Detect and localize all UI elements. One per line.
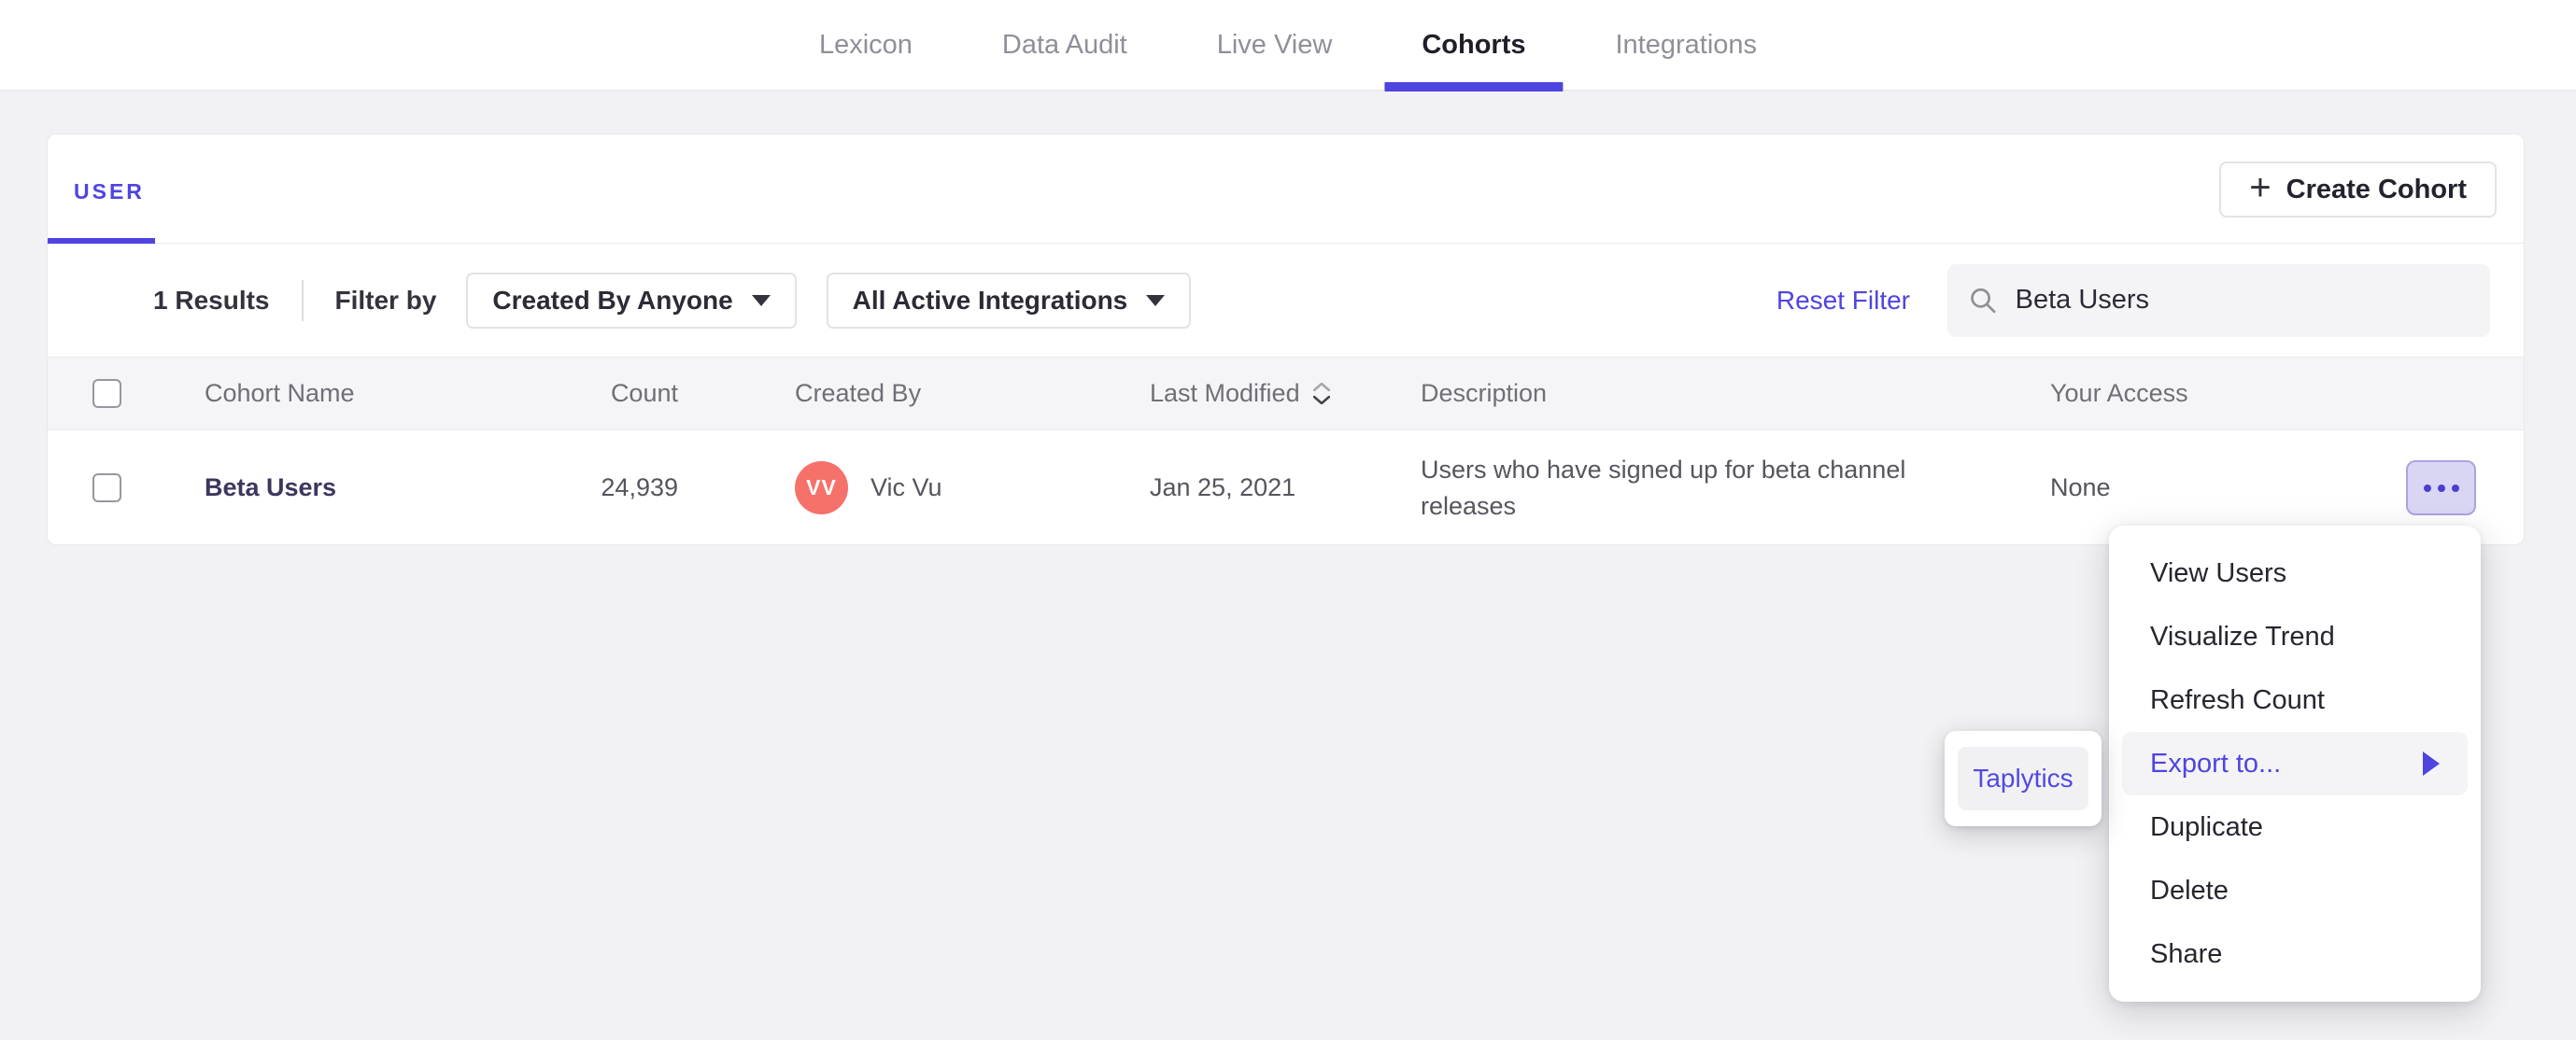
header-checkbox-cell (92, 379, 205, 408)
tab-user[interactable]: USER (74, 179, 145, 204)
integrations-dropdown-value: All Active Integrations (852, 285, 1128, 315)
header-last-modified[interactable]: Last Modified (1150, 379, 1421, 408)
chevron-up-icon (1312, 383, 1330, 391)
submenu-arrow-icon (2423, 752, 2440, 776)
created-by-dropdown-value: Created By Anyone (492, 285, 733, 315)
search-icon (1971, 288, 1996, 313)
header-count: Count (610, 379, 678, 407)
created-by-name: Vic Vu (870, 473, 942, 501)
header-created-by: Created By (795, 379, 922, 407)
row-context-menu: View Users Visualize Trend Refresh Count… (2109, 526, 2481, 1002)
more-dot-icon (2451, 484, 2459, 492)
last-modified-value: Jan 25, 2021 (1150, 473, 1296, 501)
row-more-actions-button[interactable] (2406, 460, 2476, 515)
avatar: VV (795, 461, 848, 514)
tab-label: Lexicon (818, 29, 913, 60)
header-description: Description (1421, 379, 1548, 407)
cohort-count: 24,939 (601, 473, 678, 501)
table-header-row: Cohort Name Count Created By Last Modifi… (48, 357, 2524, 430)
header-cohort-name: Cohort Name (205, 379, 355, 407)
search-box[interactable] (1947, 263, 2490, 337)
tab-integrations[interactable]: Integrations (1612, 0, 1762, 90)
search-input[interactable] (2015, 285, 2470, 316)
filter-by-label: Filter by (334, 285, 437, 315)
create-cohort-label: Create Cohort (2286, 174, 2467, 204)
tab-label: Data Audit (1001, 29, 1127, 60)
create-cohort-button[interactable]: + Create Cohort (2219, 162, 2497, 218)
tab-user-label: USER (74, 179, 145, 204)
header-your-access: Your Access (2050, 379, 2188, 407)
menu-item-refresh-count[interactable]: Refresh Count (2122, 668, 2468, 732)
more-dot-icon (2437, 484, 2445, 492)
tab-lexicon[interactable]: Lexicon (815, 0, 916, 90)
tab-label: Live View (1216, 29, 1333, 60)
export-submenu: Taplytics (1945, 731, 2102, 826)
more-dot-icon (2423, 484, 2431, 492)
menu-item-export-to[interactable]: Export to... (2122, 732, 2468, 795)
divider (301, 279, 304, 321)
results-count: 1 Results (153, 285, 270, 315)
cohorts-panel: USER + Create Cohort 1 Results Filter by… (47, 134, 2525, 545)
active-tab-underline (1384, 82, 1564, 91)
created-by-dropdown[interactable]: Created By Anyone (466, 272, 797, 329)
sort-icon[interactable] (1312, 383, 1330, 404)
menu-item-view-users[interactable]: View Users (2122, 541, 2468, 605)
cohort-description: Users who have signed up for beta channe… (1421, 455, 1906, 520)
menu-item-share[interactable]: Share (2122, 922, 2468, 986)
tab-label: Integrations (1615, 29, 1758, 60)
reset-filter-link[interactable]: Reset Filter (1776, 286, 1910, 316)
chevron-down-icon (1312, 396, 1330, 404)
select-all-checkbox[interactable] (92, 379, 121, 408)
chevron-down-icon (751, 294, 771, 306)
row-checkbox[interactable] (92, 473, 121, 502)
filter-bar: 1 Results Filter by Created By Anyone Al… (48, 244, 2524, 357)
export-to-label: Export to... (2150, 748, 2282, 779)
row-checkbox-cell (92, 473, 205, 502)
tab-live-view[interactable]: Live View (1213, 0, 1337, 90)
top-navigation: Lexicon Data Audit Live View Cohorts Int… (0, 0, 2576, 91)
submenu-item-taplytics[interactable]: Taplytics (1958, 747, 2088, 810)
last-modified-label: Last Modified (1150, 379, 1300, 407)
tab-label: Cohorts (1422, 29, 1526, 60)
menu-item-visualize-trend[interactable]: Visualize Trend (2122, 605, 2468, 668)
tab-data-audit[interactable]: Data Audit (998, 0, 1131, 90)
tab-cohorts[interactable]: Cohorts (1384, 0, 1564, 91)
menu-item-delete[interactable]: Delete (2122, 859, 2468, 922)
menu-item-duplicate[interactable]: Duplicate (2122, 795, 2468, 859)
chevron-down-icon (1146, 294, 1166, 306)
your-access-value: None (2050, 473, 2111, 501)
panel-tabstrip: USER + Create Cohort (48, 134, 2524, 244)
cohort-name-link[interactable]: Beta Users (205, 473, 336, 501)
plus-icon: + (2249, 167, 2272, 208)
integrations-dropdown[interactable]: All Active Integrations (826, 272, 1192, 329)
